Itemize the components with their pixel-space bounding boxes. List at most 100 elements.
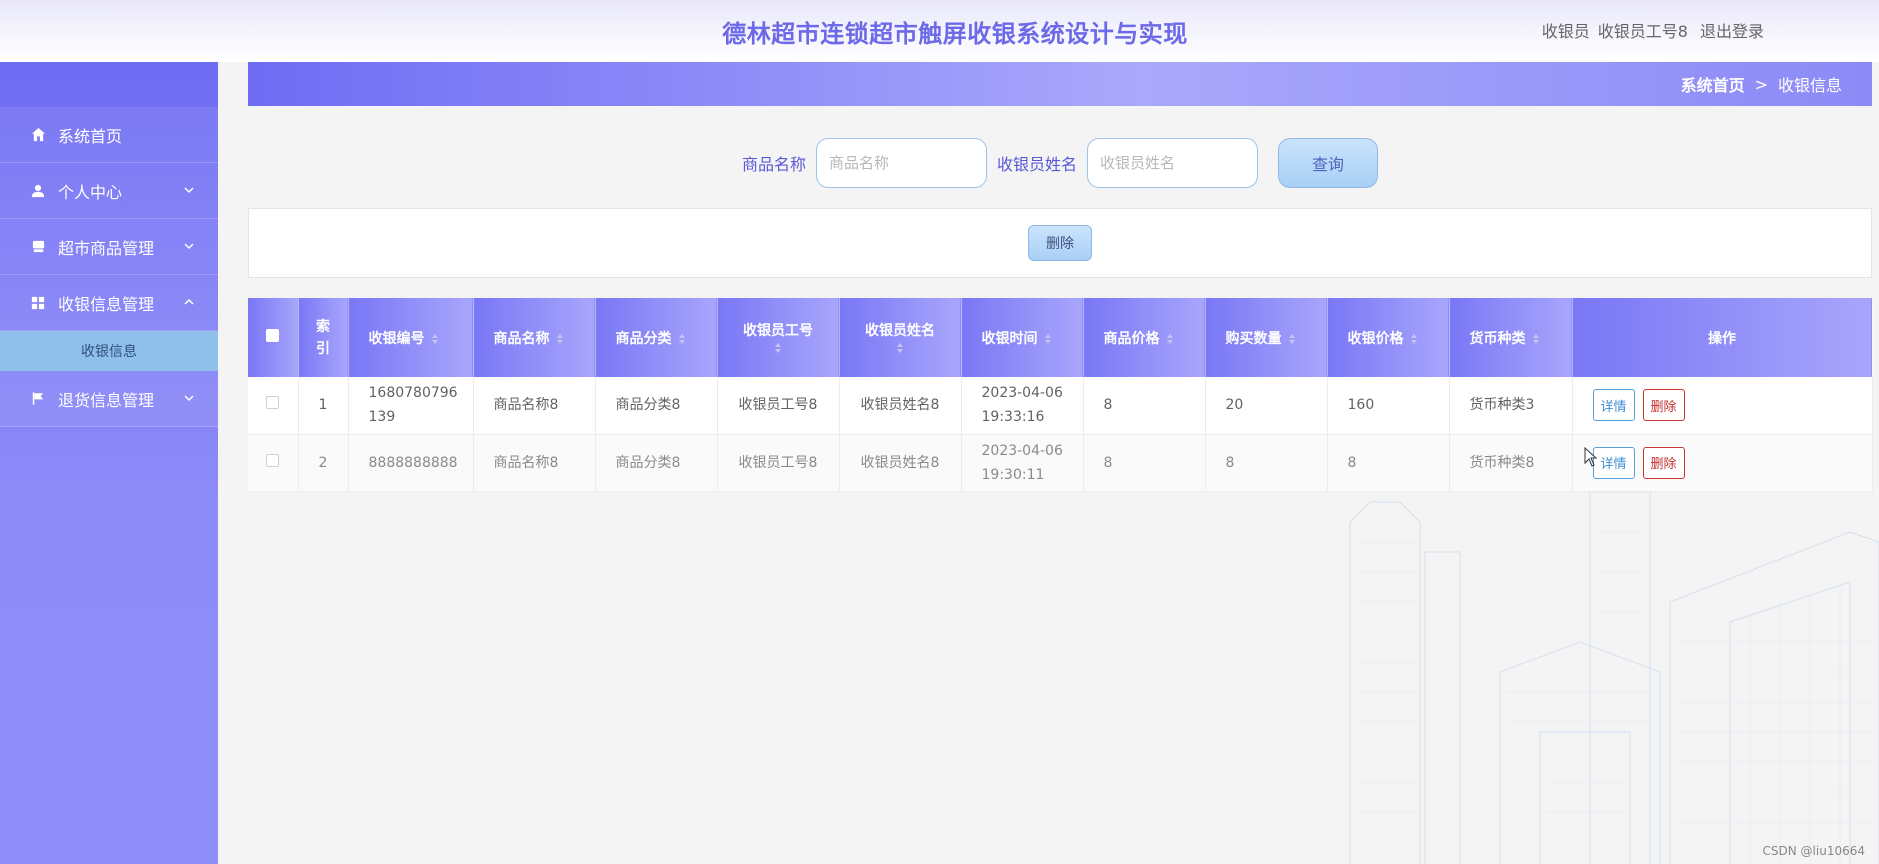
header-currency[interactable]: 货币种类 (1449, 298, 1573, 377)
action-bar: 删除 (248, 208, 1872, 278)
home-icon (30, 127, 46, 143)
table-row: 2 8888888888 商品名称8 商品分类8 收银员工号8 收银员姓名8 2… (248, 434, 1873, 491)
header-product-name[interactable]: 商品名称 (473, 298, 596, 377)
header-cashier-name[interactable]: 收银员姓名 (839, 298, 962, 377)
product-name-input[interactable] (816, 138, 987, 188)
cell-cashier-name: 收银员姓名8 (839, 434, 962, 491)
sidebar-item-returns[interactable]: 退货信息管理 (0, 371, 218, 427)
header-code-label: 收银编号 (368, 330, 425, 347)
header-category[interactable]: 商品分类 (595, 298, 718, 377)
top-header: 德林超市连锁超市触屏收银系统设计与实现 收银员 收银员工号8 退出登录 (0, 0, 1879, 62)
flag-icon (30, 391, 46, 407)
sort-icon[interactable] (431, 333, 439, 345)
chevron-down-icon (184, 187, 194, 194)
cell-time: 2023-04-06 19:33:16 (961, 377, 1084, 434)
sort-icon[interactable] (1532, 333, 1540, 345)
cell-cashier-name: 收银员姓名8 (839, 377, 962, 434)
sort-icon[interactable] (896, 342, 904, 354)
sidebar-item-products[interactable]: 超市商品管理 (0, 219, 218, 275)
row-delete-button[interactable]: 删除 (1642, 446, 1685, 479)
detail-button[interactable]: 详情 (1592, 446, 1635, 479)
detail-button[interactable]: 详情 (1592, 389, 1635, 422)
sidebar-item-cashier[interactable]: 收银信息管理 (0, 275, 218, 331)
query-button[interactable]: 查询 (1278, 138, 1379, 188)
user-icon (30, 183, 46, 199)
header-price-label: 商品价格 (1103, 330, 1160, 347)
breadcrumb-home[interactable]: 系统首页 (1681, 72, 1745, 96)
cell-code: 1680780796139 (348, 377, 474, 434)
header-qty-label: 购买数量 (1225, 330, 1282, 347)
row-checkbox[interactable] (266, 453, 280, 467)
cashier-table: 索引 收银编号 商品名称 商品分类 收银员工号 收银员姓名 收银时间 商品价格 … (248, 298, 1873, 492)
header-time-label: 收银时间 (981, 330, 1038, 347)
sort-icon[interactable] (556, 333, 564, 345)
cell-index: 2 (298, 434, 349, 491)
sidebar-item-label: 系统首页 (58, 126, 123, 146)
cell-ops: 详情 删除 (1572, 377, 1873, 434)
cell-category: 商品分类8 (595, 377, 718, 434)
cell-amount: 160 (1327, 377, 1450, 434)
user-area: 收银员 收银员工号8 退出登录 (1542, 18, 1764, 42)
sort-icon[interactable] (1288, 333, 1296, 345)
header-time[interactable]: 收银时间 (961, 298, 1084, 377)
sort-icon[interactable] (1166, 333, 1174, 345)
row-checkbox-cell (248, 377, 299, 434)
product-name-label: 商品名称 (741, 155, 806, 174)
header-index: 索引 (298, 298, 349, 377)
sort-icon[interactable] (1044, 333, 1052, 345)
row-checkbox-cell (248, 434, 299, 491)
header-cashier-name-label: 收银员姓名 (865, 322, 935, 339)
header-price[interactable]: 商品价格 (1083, 298, 1206, 377)
sidebar-subitem-cashier-info[interactable]: 收银信息 (0, 331, 218, 371)
breadcrumb-separator: > (1754, 74, 1768, 94)
cell-currency: 货币种类8 (1449, 434, 1573, 491)
table-header-row: 索引 收银编号 商品名称 商品分类 收银员工号 收银员姓名 收银时间 商品价格 … (248, 298, 1873, 377)
cashier-name-input[interactable] (1087, 138, 1259, 188)
row-checkbox[interactable] (266, 396, 280, 410)
header-cashier-no-label: 收银员工号 (743, 322, 813, 339)
cell-ops: 详情 删除 (1572, 434, 1873, 491)
sidebar-item-home[interactable]: 系统首页 (0, 107, 218, 163)
city-background-illustration (1349, 492, 1879, 864)
chevron-up-icon (184, 298, 194, 305)
watermark: CSDN @liu10664 (1762, 844, 1865, 858)
sort-icon[interactable] (774, 342, 782, 354)
header-cashier-no[interactable]: 收银员工号 (717, 298, 840, 377)
cell-code-text: 1680780796139 (368, 385, 458, 426)
header-qty[interactable]: 购买数量 (1205, 298, 1328, 377)
cell-index: 1 (298, 377, 349, 434)
sort-icon[interactable] (1410, 333, 1418, 345)
header-amount-label: 收银价格 (1347, 330, 1404, 347)
batch-delete-button[interactable]: 删除 (1028, 225, 1092, 261)
cell-qty: 8 (1205, 434, 1328, 491)
select-all-header (248, 298, 299, 377)
grid-icon (30, 295, 46, 311)
cell-category: 商品分类8 (595, 434, 718, 491)
logout-link[interactable]: 退出登录 (1700, 18, 1764, 42)
cell-product-name: 商品名称8 (473, 434, 596, 491)
cell-price: 8 (1083, 377, 1206, 434)
header-code[interactable]: 收银编号 (348, 298, 474, 377)
sidebar: 系统首页 个人中心 超市商品管理 收银信息管理 收银信息 退货信息管理 (0, 62, 218, 864)
sidebar-item-profile[interactable]: 个人中心 (0, 163, 218, 219)
cell-time-text: 2023-04-06 19:33:16 (981, 385, 1063, 426)
cell-code-text: 8888888888 (368, 454, 458, 471)
select-all-checkbox[interactable] (266, 329, 280, 342)
chevron-down-icon (184, 243, 194, 250)
chevron-down-icon (184, 395, 194, 402)
header-amount[interactable]: 收银价格 (1327, 298, 1450, 377)
cashier-name-label: 收银员姓名 (997, 155, 1078, 174)
row-delete-button[interactable]: 删除 (1642, 389, 1685, 422)
cell-cashier-no: 收银员工号8 (717, 377, 840, 434)
cell-price: 8 (1083, 434, 1206, 491)
sort-icon[interactable] (678, 333, 686, 345)
user-role: 收银员 (1541, 22, 1590, 41)
cell-currency: 货币种类3 (1449, 377, 1573, 434)
search-bar: 商品名称 收银员姓名 查询 (248, 138, 1872, 188)
header-product-name-label: 商品名称 (493, 330, 550, 347)
header-ops: 操作 (1572, 298, 1873, 377)
header-index-label: 索引 (316, 318, 330, 357)
cell-cashier-no: 收银员工号8 (717, 434, 840, 491)
cell-product-name: 商品名称8 (473, 377, 596, 434)
table-row: 1 1680780796139 商品名称8 商品分类8 收银员工号8 收银员姓名… (248, 377, 1873, 434)
